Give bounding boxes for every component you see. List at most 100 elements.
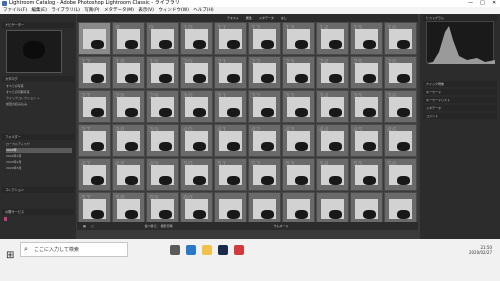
filter-text[interactable]: テキスト	[227, 16, 239, 20]
menu-view[interactable]: 表示(V)	[138, 8, 154, 13]
grid-thumbnail[interactable]: 20	[180, 56, 213, 89]
grid-thumbnail[interactable]	[350, 192, 383, 225]
navigator-header[interactable]: ナビゲーター	[2, 22, 74, 28]
taskbar-search-input[interactable]: ここに入力して検索	[20, 242, 128, 257]
quick-develop-header[interactable]: クイック現像	[423, 81, 497, 87]
grid-thumbnail[interactable]: 28	[112, 90, 145, 123]
grid-view-icon[interactable]: ▦	[83, 224, 86, 228]
grid-thumbnail[interactable]: 46	[384, 124, 417, 157]
grid-thumbnail[interactable]: 60	[180, 192, 213, 225]
grid-thumbnail[interactable]: 11	[214, 22, 247, 55]
grid-thumbnail[interactable]: 19	[146, 56, 179, 89]
catalog-all-photos[interactable]: すべての写真	[6, 84, 72, 89]
collections-header[interactable]: コレクション	[2, 187, 74, 193]
folder-2020-05[interactable]: 2020年5月	[6, 166, 72, 171]
grid-thumbnail[interactable]: 55	[350, 158, 383, 191]
grid-thumbnail[interactable]: 27	[78, 90, 111, 123]
grid-thumbnail[interactable]: 43	[282, 124, 315, 157]
grid-thumbnail[interactable]: 16	[384, 22, 417, 55]
grid-thumbnail[interactable]: 9	[146, 22, 179, 55]
grid-thumbnail[interactable]: 26	[384, 56, 417, 89]
grid-thumbnail[interactable]: 14	[316, 22, 349, 55]
grid-thumbnail[interactable]: 23	[282, 56, 315, 89]
filter-none[interactable]: なし	[281, 16, 287, 20]
grid-thumbnail[interactable]: 21	[214, 56, 247, 89]
navigator-preview[interactable]	[6, 30, 62, 73]
grid-thumbnail[interactable]: 17	[78, 56, 111, 89]
grid-thumbnail[interactable]: 37	[78, 124, 111, 157]
folders-header[interactable]: フォルダー	[2, 134, 74, 140]
grid-thumbnail[interactable]: 24	[316, 56, 349, 89]
system-clock[interactable]: 21:50 2020/02/27	[469, 245, 492, 255]
menu-window[interactable]: ウィンドウ(W)	[158, 8, 188, 13]
lightroom-taskbar-icon[interactable]	[218, 245, 228, 255]
keywording-header[interactable]: キーワード	[423, 89, 497, 95]
filter-attribute[interactable]: 属性	[246, 16, 252, 20]
grid-thumbnail[interactable]: 42	[248, 124, 281, 157]
file-explorer-icon[interactable]	[202, 245, 212, 255]
grid-thumbnail[interactable]	[316, 192, 349, 225]
grid-thumbnail[interactable]: 57	[78, 192, 111, 225]
grid-thumbnail[interactable]: 56	[384, 158, 417, 191]
menu-photo[interactable]: 写真(P)	[84, 8, 99, 13]
grid-thumbnail[interactable]: 54	[316, 158, 349, 191]
grid-thumbnail[interactable]: 13	[282, 22, 315, 55]
folder-2020-04[interactable]: 2020年4月	[6, 160, 72, 165]
grid-thumbnail[interactable]: 44	[316, 124, 349, 157]
minimize-button[interactable]: —	[468, 0, 473, 7]
grid-thumbnail[interactable]	[248, 192, 281, 225]
folder-2020[interactable]: 2020年	[6, 148, 72, 153]
menu-file[interactable]: ファイル(F)	[3, 8, 27, 13]
grid-thumbnail[interactable]: 33	[282, 90, 315, 123]
windows-start-icon[interactable]: ⊞	[6, 250, 14, 261]
grid-thumbnail[interactable]: 10	[180, 22, 213, 55]
menu-metadata[interactable]: メタデータ(M)	[104, 8, 134, 13]
grid-thumbnail[interactable]: 53	[282, 158, 315, 191]
loupe-view-icon[interactable]: ▢	[91, 224, 94, 228]
menu-edit[interactable]: 編集(E)	[32, 8, 47, 13]
grid-thumbnail[interactable]: 41	[214, 124, 247, 157]
grid-thumbnail[interactable]: 38	[112, 124, 145, 157]
grid-thumbnail[interactable]: 12	[248, 22, 281, 55]
grid-thumbnail[interactable]: 7	[78, 22, 111, 55]
menu-library[interactable]: ライブラリ(L)	[51, 8, 80, 13]
grid-thumbnail[interactable]	[282, 192, 315, 225]
task-view-icon[interactable]	[170, 245, 180, 255]
grid-thumbnail[interactable]: 51	[214, 158, 247, 191]
sort-select[interactable]: 撮影日時	[161, 224, 173, 228]
grid-thumbnail[interactable]: 45	[350, 124, 383, 157]
edge-icon[interactable]	[186, 245, 196, 255]
close-button[interactable]: ✕	[492, 0, 496, 7]
publish-services-header[interactable]: 公開サービス	[2, 209, 74, 215]
grid-thumbnail[interactable]: 36	[384, 90, 417, 123]
grid-thumbnail[interactable]: 29	[146, 90, 179, 123]
folder-2020-03[interactable]: 2020年3月	[6, 154, 72, 159]
grid-thumbnail[interactable]: 40	[180, 124, 213, 157]
grid-thumbnail[interactable]: 18	[112, 56, 145, 89]
menu-help[interactable]: ヘルプ(H)	[193, 8, 213, 13]
grid-thumbnail[interactable]: 25	[350, 56, 383, 89]
catalog-header[interactable]: カタログ	[2, 76, 74, 82]
catalog-quick-collection[interactable]: クイックコレクション +	[6, 96, 72, 101]
grid-thumbnail[interactable]: 52	[248, 158, 281, 191]
grid-thumbnail[interactable]	[384, 192, 417, 225]
keyword-list-header[interactable]: キーワードリスト	[423, 97, 497, 103]
folder-local-disk[interactable]: ローカルディスク	[6, 142, 72, 147]
grid-thumbnail[interactable]: 35	[350, 90, 383, 123]
grid-thumbnail[interactable]: 22	[248, 56, 281, 89]
app-taskbar-icon[interactable]	[234, 245, 244, 255]
filter-metadata[interactable]: メタデータ	[259, 16, 274, 20]
catalog-synced-photos[interactable]: すべての同期写真	[6, 90, 72, 95]
grid-thumbnail[interactable]: 47	[78, 158, 111, 191]
grid-thumbnail[interactable]: 30	[180, 90, 213, 123]
grid-thumbnail[interactable]: 58	[112, 192, 145, 225]
grid-thumbnail[interactable]: 15	[350, 22, 383, 55]
grid-thumbnail[interactable]: 32	[248, 90, 281, 123]
grid-thumbnail[interactable]: 34	[316, 90, 349, 123]
grid-thumbnail[interactable]: 59	[146, 192, 179, 225]
metadata-header[interactable]: メタデータ	[423, 105, 497, 111]
maximize-button[interactable]: □	[480, 0, 485, 7]
grid-thumbnail[interactable]: 8	[112, 22, 145, 55]
catalog-previous-import[interactable]: 前回の読み込み	[6, 102, 72, 107]
grid-thumbnail[interactable]: 31	[214, 90, 247, 123]
